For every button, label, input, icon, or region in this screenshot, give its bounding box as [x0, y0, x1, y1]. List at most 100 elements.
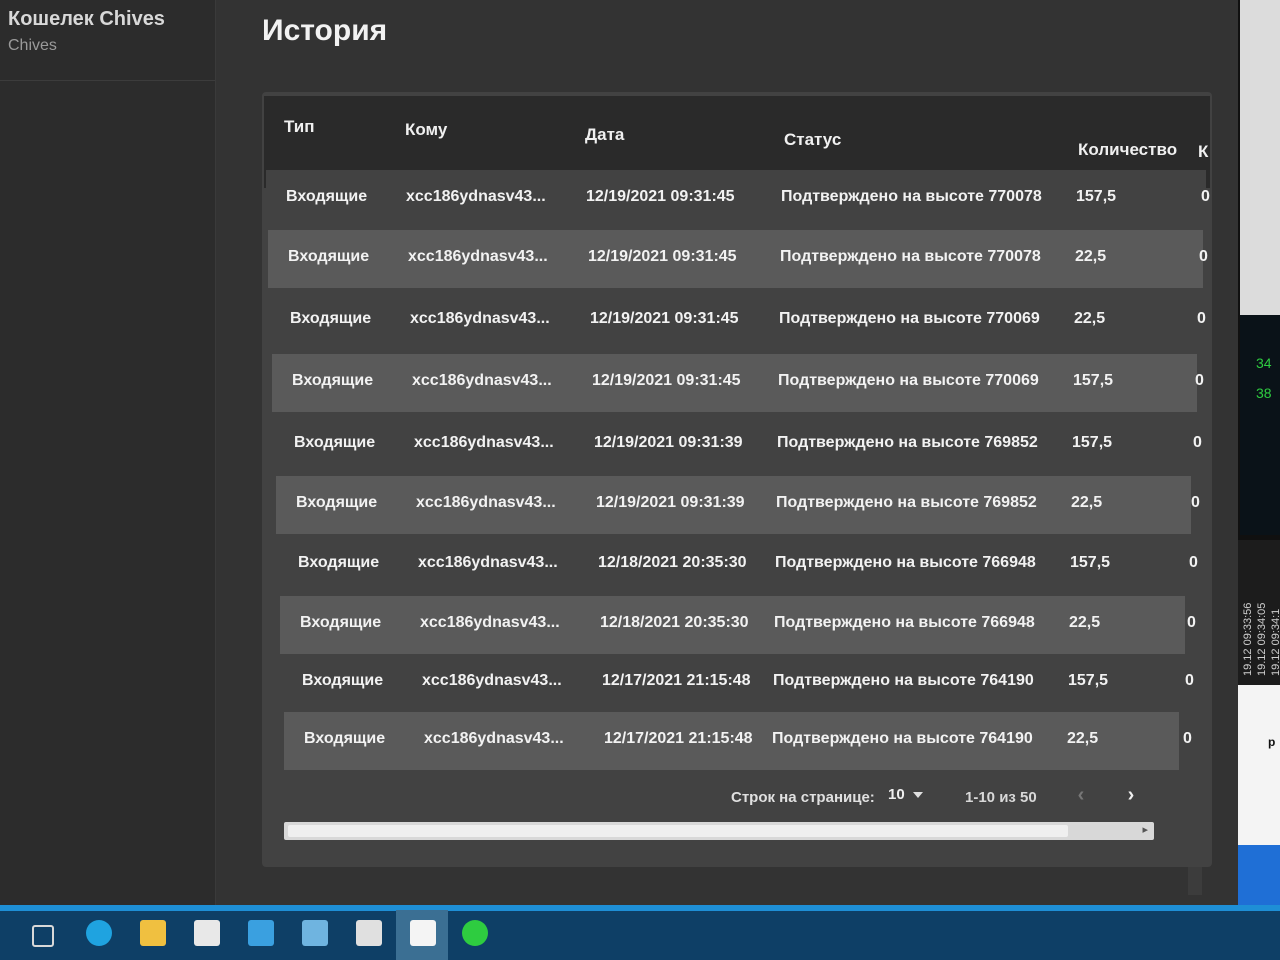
- cell-date: 12/19/2021 09:31:45: [588, 248, 737, 265]
- rows-per-page-value: 10: [888, 786, 905, 803]
- cell-date: 12/18/2021 20:35:30: [600, 614, 749, 631]
- cell-date: 12/19/2021 09:31:45: [586, 188, 735, 205]
- cell-status: Подтверждено на высоте 770069: [778, 372, 1039, 389]
- cell-extra: 0: [1189, 554, 1198, 571]
- cell-status: Подтверждено на высоте 766948: [775, 554, 1036, 571]
- cell-to: xcc186ydnasv43...: [406, 188, 546, 205]
- cell-extra: 0: [1195, 372, 1204, 389]
- cell-status: Подтверждено на высоте 764190: [773, 672, 1034, 689]
- column-header-extra[interactable]: К: [1198, 142, 1208, 162]
- chevron-right-icon: ›: [1127, 784, 1135, 806]
- cell-extra: 0: [1201, 188, 1210, 205]
- cell-status: Подтверждено на высоте 769852: [776, 494, 1037, 511]
- column-header-status[interactable]: Статус: [784, 130, 841, 150]
- cell-to: xcc186ydnasv43...: [414, 434, 554, 451]
- cell-type: Входящие: [298, 554, 380, 571]
- cell-date: 12/19/2021 09:31:45: [592, 372, 741, 389]
- sidebar-divider: [0, 80, 215, 81]
- table-row[interactable]: Входящие xcc186ydnasv43... 12/19/2021 09:3…: [272, 354, 1204, 412]
- cell-status: Подтверждено на высоте 766948: [774, 614, 1035, 631]
- background-chart: 34 38: [1240, 315, 1280, 535]
- cell-amount: 157,5: [1072, 434, 1113, 451]
- cell-type: Входящие: [288, 248, 370, 265]
- background-text: p: [1268, 735, 1276, 749]
- cell-amount: 157,5: [1070, 554, 1111, 571]
- cell-status: Подтверждено на высоте 770078: [781, 188, 1042, 205]
- cell-to: xcc186ydnasv43...: [416, 494, 556, 511]
- cell-extra: 0: [1199, 248, 1208, 265]
- rows-per-page-select[interactable]: 10: [888, 786, 923, 803]
- cell-status: Подтверждено на высоте 769852: [777, 434, 1038, 451]
- table-row[interactable]: Входящие xcc186ydnasv43... 12/19/2021 09:3…: [274, 416, 1202, 474]
- cell-to: xcc186ydnasv43...: [418, 554, 558, 571]
- previous-page-button[interactable]: ‹: [1070, 784, 1092, 806]
- cell-extra: 0: [1187, 614, 1196, 631]
- scrollbar-thumb[interactable]: [288, 825, 1068, 837]
- background-window-blue: p: [1238, 685, 1280, 905]
- cell-extra: 0: [1197, 310, 1206, 327]
- cell-type: Входящие: [304, 730, 386, 747]
- cell-type: Входящие: [290, 310, 372, 327]
- timestamp: 19.12 09:34:1: [1270, 608, 1280, 676]
- table-row[interactable]: Входящие xcc186ydnasv43... 12/17/2021 21:1…: [284, 712, 1192, 770]
- timestamp: 19.12 09:33:56: [1242, 602, 1254, 676]
- cell-status: Подтверждено на высоте 770078: [780, 248, 1041, 265]
- cell-date: 12/18/2021 20:35:30: [598, 554, 747, 571]
- monitor-icon[interactable]: [302, 920, 328, 946]
- cell-type: Входящие: [296, 494, 378, 511]
- edge-icon[interactable]: [86, 920, 112, 946]
- cell-amount: 22,5: [1069, 614, 1101, 631]
- task-view-icon[interactable]: [32, 925, 54, 947]
- mail-icon[interactable]: [248, 920, 274, 946]
- cell-amount: 157,5: [1073, 372, 1114, 389]
- cell-extra: 0: [1193, 434, 1202, 451]
- cell-extra: 0: [1183, 730, 1192, 747]
- table-row[interactable]: Входящие xcc186ydnasv43... 12/18/2021 20:3…: [278, 536, 1198, 594]
- background-window-white: [1238, 685, 1280, 845]
- cell-to: xcc186ydnasv43...: [408, 248, 548, 265]
- cell-amount: 22,5: [1074, 310, 1106, 327]
- table-row[interactable]: Входящие xcc186ydnasv43... 12/19/2021 09:3…: [270, 292, 1206, 350]
- photos-icon[interactable]: [356, 920, 382, 946]
- background-timestamps: 19.12 09:33:56 19.12 09:34:05 19.12 09:3…: [1238, 540, 1280, 685]
- chevron-down-icon: [912, 792, 923, 799]
- next-page-button[interactable]: ›: [1120, 784, 1142, 806]
- cell-to: xcc186ydnasv43...: [412, 372, 552, 389]
- taskbar: [0, 905, 1280, 960]
- cell-type: Входящие: [292, 372, 374, 389]
- cell-amount: 22,5: [1075, 248, 1107, 265]
- chives-wallet-icon[interactable]: [410, 920, 436, 946]
- background-window-panel: [1240, 0, 1280, 315]
- column-header-type[interactable]: Тип: [284, 117, 314, 137]
- table-row[interactable]: Входящие xcc186ydnasv43... 12/18/2021 20:3…: [280, 596, 1196, 654]
- file-explorer-icon[interactable]: [140, 920, 166, 946]
- taskbar-edge: [0, 905, 1280, 911]
- app-subtitle: Chives: [8, 37, 57, 54]
- cell-amount: 22,5: [1067, 730, 1099, 747]
- table-row[interactable]: Входящие xcc186ydnasv43... 12/19/2021 09:3…: [268, 230, 1208, 288]
- cell-date: 12/19/2021 09:31:39: [596, 494, 745, 511]
- rows-per-page-label: Строк на странице:: [731, 789, 875, 806]
- cell-type: Входящие: [300, 614, 382, 631]
- cell-extra: 0: [1191, 494, 1200, 511]
- column-header-to[interactable]: Кому: [405, 120, 447, 140]
- cell-to: xcc186ydnasv43...: [424, 730, 564, 747]
- chia-leaf-icon[interactable]: [462, 920, 488, 946]
- cell-to: xcc186ydnasv43...: [422, 672, 562, 689]
- table-row[interactable]: Входящие xcc186ydnasv43... 12/19/2021 09:3…: [276, 476, 1200, 534]
- table-row[interactable]: Входящие xcc186ydnasv43... 12/19/2021 09:3…: [266, 170, 1210, 228]
- app-brand: Кошелек Chives Chives: [8, 8, 165, 55]
- chevron-left-icon: ‹: [1077, 784, 1085, 806]
- cell-amount: 157,5: [1076, 188, 1117, 205]
- app-sidebar: Кошелек Chives Chives: [0, 0, 216, 905]
- column-header-date[interactable]: Дата: [585, 125, 624, 145]
- table-row[interactable]: Входящие xcc186ydnasv43... 12/17/2021 21:1…: [282, 654, 1194, 712]
- horizontal-scrollbar[interactable]: ▸: [284, 822, 1154, 840]
- scroll-right-icon[interactable]: ▸: [1142, 823, 1148, 836]
- chart-value: 34: [1256, 355, 1272, 371]
- store-icon[interactable]: [194, 920, 220, 946]
- page-title: История: [262, 14, 388, 47]
- timestamp: 19.12 09:34:05: [1256, 602, 1268, 676]
- cell-type: Входящие: [302, 672, 384, 689]
- column-header-amount[interactable]: Количество: [1078, 140, 1177, 160]
